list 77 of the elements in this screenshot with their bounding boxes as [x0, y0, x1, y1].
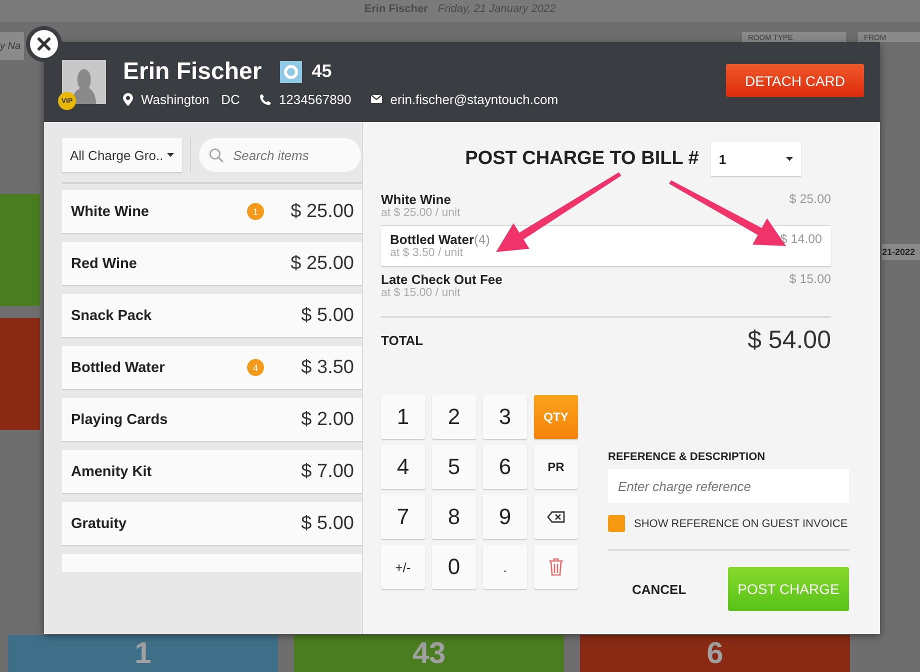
keypad-key[interactable]: 1 — [381, 395, 425, 439]
keypad-key[interactable]: 6 — [483, 445, 527, 489]
backspace-key[interactable] — [534, 495, 578, 539]
date-field[interactable]: 21-2022 — [882, 244, 920, 260]
line-amount: $ 25.00 — [789, 192, 831, 206]
reference-input[interactable]: Enter charge reference — [608, 469, 849, 503]
charge-line[interactable]: Late Check Out Fee at $ 15.00 / unit $ 15.00 — [381, 266, 831, 306]
avatar-silhouette — [62, 60, 106, 104]
keypad-key[interactable]: 9 — [483, 495, 527, 539]
charge-item[interactable]: Amenity Kit $ 7.00 — [62, 450, 362, 493]
item-name: Playing Cards — [71, 412, 169, 428]
location-pin-icon — [123, 92, 133, 106]
item-name: Red Wine — [71, 256, 138, 272]
charge-item[interactable]: Snack Pack $ 5.00 — [62, 294, 362, 337]
city-text: Washington — [141, 92, 210, 106]
close-icon — [37, 37, 51, 51]
keypad-key[interactable]: 5 — [432, 445, 476, 489]
item-price: $ 3.50 — [300, 356, 354, 378]
state-text: DC — [221, 92, 240, 106]
caret-icon — [786, 157, 793, 161]
charge-item[interactable]: Red Wine $ 25.00 — [62, 242, 362, 285]
item-name: Bottled Water — [71, 360, 166, 376]
keypad-key[interactable]: 7 — [381, 495, 425, 539]
mode-key[interactable]: PR — [534, 445, 578, 489]
keypad-key[interactable]: 8 — [432, 495, 476, 539]
unit-price: at $ 15.00 / unit — [381, 287, 462, 299]
cancel-button[interactable]: CANCEL — [628, 578, 690, 600]
search-icon — [209, 148, 224, 163]
keypad-key[interactable]: . — [483, 545, 527, 589]
unit-price: at $ 3.50 / unit — [390, 247, 464, 259]
checkbox[interactable] — [608, 515, 625, 532]
reference-label: REFERENCE & DESCRIPTION — [608, 451, 766, 463]
charge-item[interactable]: Bottled Water 4 $ 3.50 — [62, 346, 362, 389]
keypad-key[interactable]: 4 — [381, 445, 425, 489]
caret-icon — [167, 153, 174, 157]
line-name: White Wine — [381, 192, 452, 207]
count-badge: 1 — [247, 203, 264, 220]
detach-card-button[interactable]: DETACH CARD — [726, 64, 864, 97]
item-name: White Wine — [71, 204, 150, 220]
phone-icon — [260, 94, 271, 104]
room-icon — [280, 60, 302, 82]
item-name: Snack Pack — [71, 308, 153, 324]
line-name: Bottled Water(4) — [390, 232, 490, 247]
item-price: $ 5.00 — [300, 512, 354, 534]
backspace-icon — [547, 511, 565, 523]
item-price: $ 5.00 — [300, 304, 354, 326]
charge-item[interactable]: White Wine 1 $ 25.00 — [62, 190, 362, 233]
search-field[interactable]: Search items — [199, 138, 361, 172]
guest-name: Erin Fischer — [123, 58, 262, 86]
email-text: erin.fischer@stayntouch.com — [390, 92, 558, 106]
item-price: $ 2.00 — [300, 408, 354, 430]
item-price: $ 25.00 — [290, 252, 354, 274]
keypad-key[interactable]: +/- — [381, 545, 425, 589]
keypad-key[interactable]: 2 — [432, 395, 476, 439]
envelope-icon — [371, 95, 382, 103]
keypad-key[interactable]: 3 — [483, 395, 527, 439]
item-name: Gratuity — [71, 516, 128, 532]
bill-dropdown[interactable]: 1 — [710, 142, 801, 176]
post-charge-title: POST CHARGE TO BILL # — [465, 148, 699, 170]
item-price: $ 7.00 — [300, 460, 354, 482]
total-label: TOTAL — [381, 333, 424, 348]
delete-key[interactable] — [534, 545, 578, 589]
charge-item[interactable]: Gratuity $ 5.00 — [62, 502, 362, 545]
total-amount: $ 54.00 — [748, 326, 831, 355]
checkbox-label: SHOW REFERENCE ON GUEST INVOICE — [634, 518, 848, 530]
item-price: $ 25.00 — [290, 200, 354, 222]
item-name: Amenity Kit — [71, 464, 153, 480]
phone-text: 1234567890 — [278, 92, 352, 106]
count-badge: 4 — [247, 359, 264, 376]
unit-price: at $ 25.00 / unit — [381, 207, 460, 219]
room-number: 45 — [312, 61, 332, 82]
keypad-key[interactable]: 0 — [432, 545, 476, 589]
line-amount: $ 15.00 — [789, 272, 831, 286]
charge-group-dropdown[interactable]: All Charge Gro.. — [62, 138, 182, 172]
charge-item[interactable]: Playing Cards $ 2.00 — [62, 398, 362, 441]
trash-icon — [548, 558, 564, 576]
line-name: Late Check Out Fee — [381, 272, 502, 287]
